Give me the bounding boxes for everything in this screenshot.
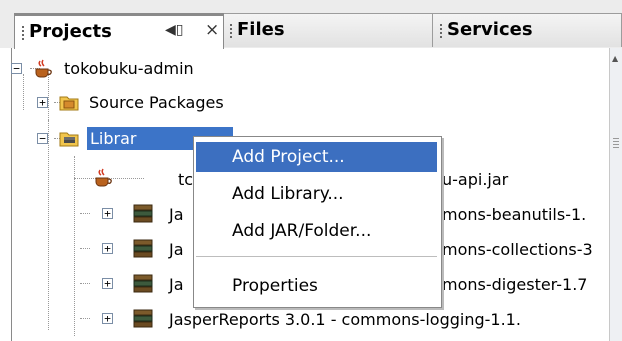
library-icon [132,272,154,294]
tab-label: Services [447,19,533,40]
context-menu: Add Project... Add Library... Add JAR/Fo… [193,136,442,308]
tree-connector [74,156,75,336]
tree-connector [80,248,90,249]
collapse-icon[interactable]: − [37,133,48,144]
tree-connector [23,74,24,110]
library-icon [132,202,154,224]
tree-node-label-suffix: mons-beanutils-1. [442,205,587,224]
library-icon [132,307,154,329]
tab-projects[interactable]: Projects ◀▯ × [14,13,224,49]
scroll-grip[interactable] [613,138,619,148]
close-icon[interactable]: × [205,20,219,40]
tree-connector [80,213,90,214]
tab-label: Files [237,19,285,40]
menu-item-properties[interactable]: Properties [196,271,437,301]
vertical-scrollbar[interactable]: ▲ [609,48,622,341]
menu-item-add-library[interactable]: Add Library... [196,179,437,209]
folder-icon [58,91,80,113]
menu-item-add-jar-folder[interactable]: Add JAR/Folder... [196,216,437,246]
library-folder-icon [58,127,80,149]
expand-icon[interactable]: + [37,97,48,108]
tab-grip [22,26,24,42]
java-project-icon [32,57,54,79]
tree-connector [48,120,49,330]
scroll-up-icon[interactable]: ▲ [612,54,620,63]
tree-connector [80,283,90,284]
expand-icon[interactable]: + [102,313,113,324]
tab-bar: Projects ◀▯ × Files Services [0,0,622,49]
tree-node-label: Ja [169,205,184,224]
tab-grip [440,24,442,40]
menu-separator [196,256,437,257]
collapse-icon[interactable]: − [11,63,22,74]
tree-node-label-suffix: mons-collections-3 [442,240,593,259]
expand-icon[interactable]: + [102,208,113,219]
expand-icon[interactable]: + [102,278,113,289]
java-jar-icon [92,166,114,188]
tree-node-label-suffix: u-api.jar [442,170,509,189]
tab-grip [230,24,232,40]
tree-node-label: Ja [169,240,184,259]
expand-icon[interactable]: + [102,243,113,254]
tree-node-label: Ja [169,275,184,294]
tree-node-label: JasperReports 3.0.1 - commons-logging-1.… [169,310,521,329]
tree-node-label: Source Packages [89,93,224,112]
tree-node-label-suffix: mons-digester-1.7 [442,275,588,294]
minimize-icon[interactable]: ◀▯ [165,22,183,38]
tab-files[interactable]: Files [222,13,434,47]
library-icon [132,237,154,259]
tab-label: Projects [29,21,112,42]
tree-connector [80,318,90,319]
tree-node-label: tokobuku-admin [64,59,194,78]
menu-item-add-project[interactable]: Add Project... [196,142,437,172]
tree-node-label: tc [178,170,194,189]
tab-services[interactable]: Services [432,13,622,47]
